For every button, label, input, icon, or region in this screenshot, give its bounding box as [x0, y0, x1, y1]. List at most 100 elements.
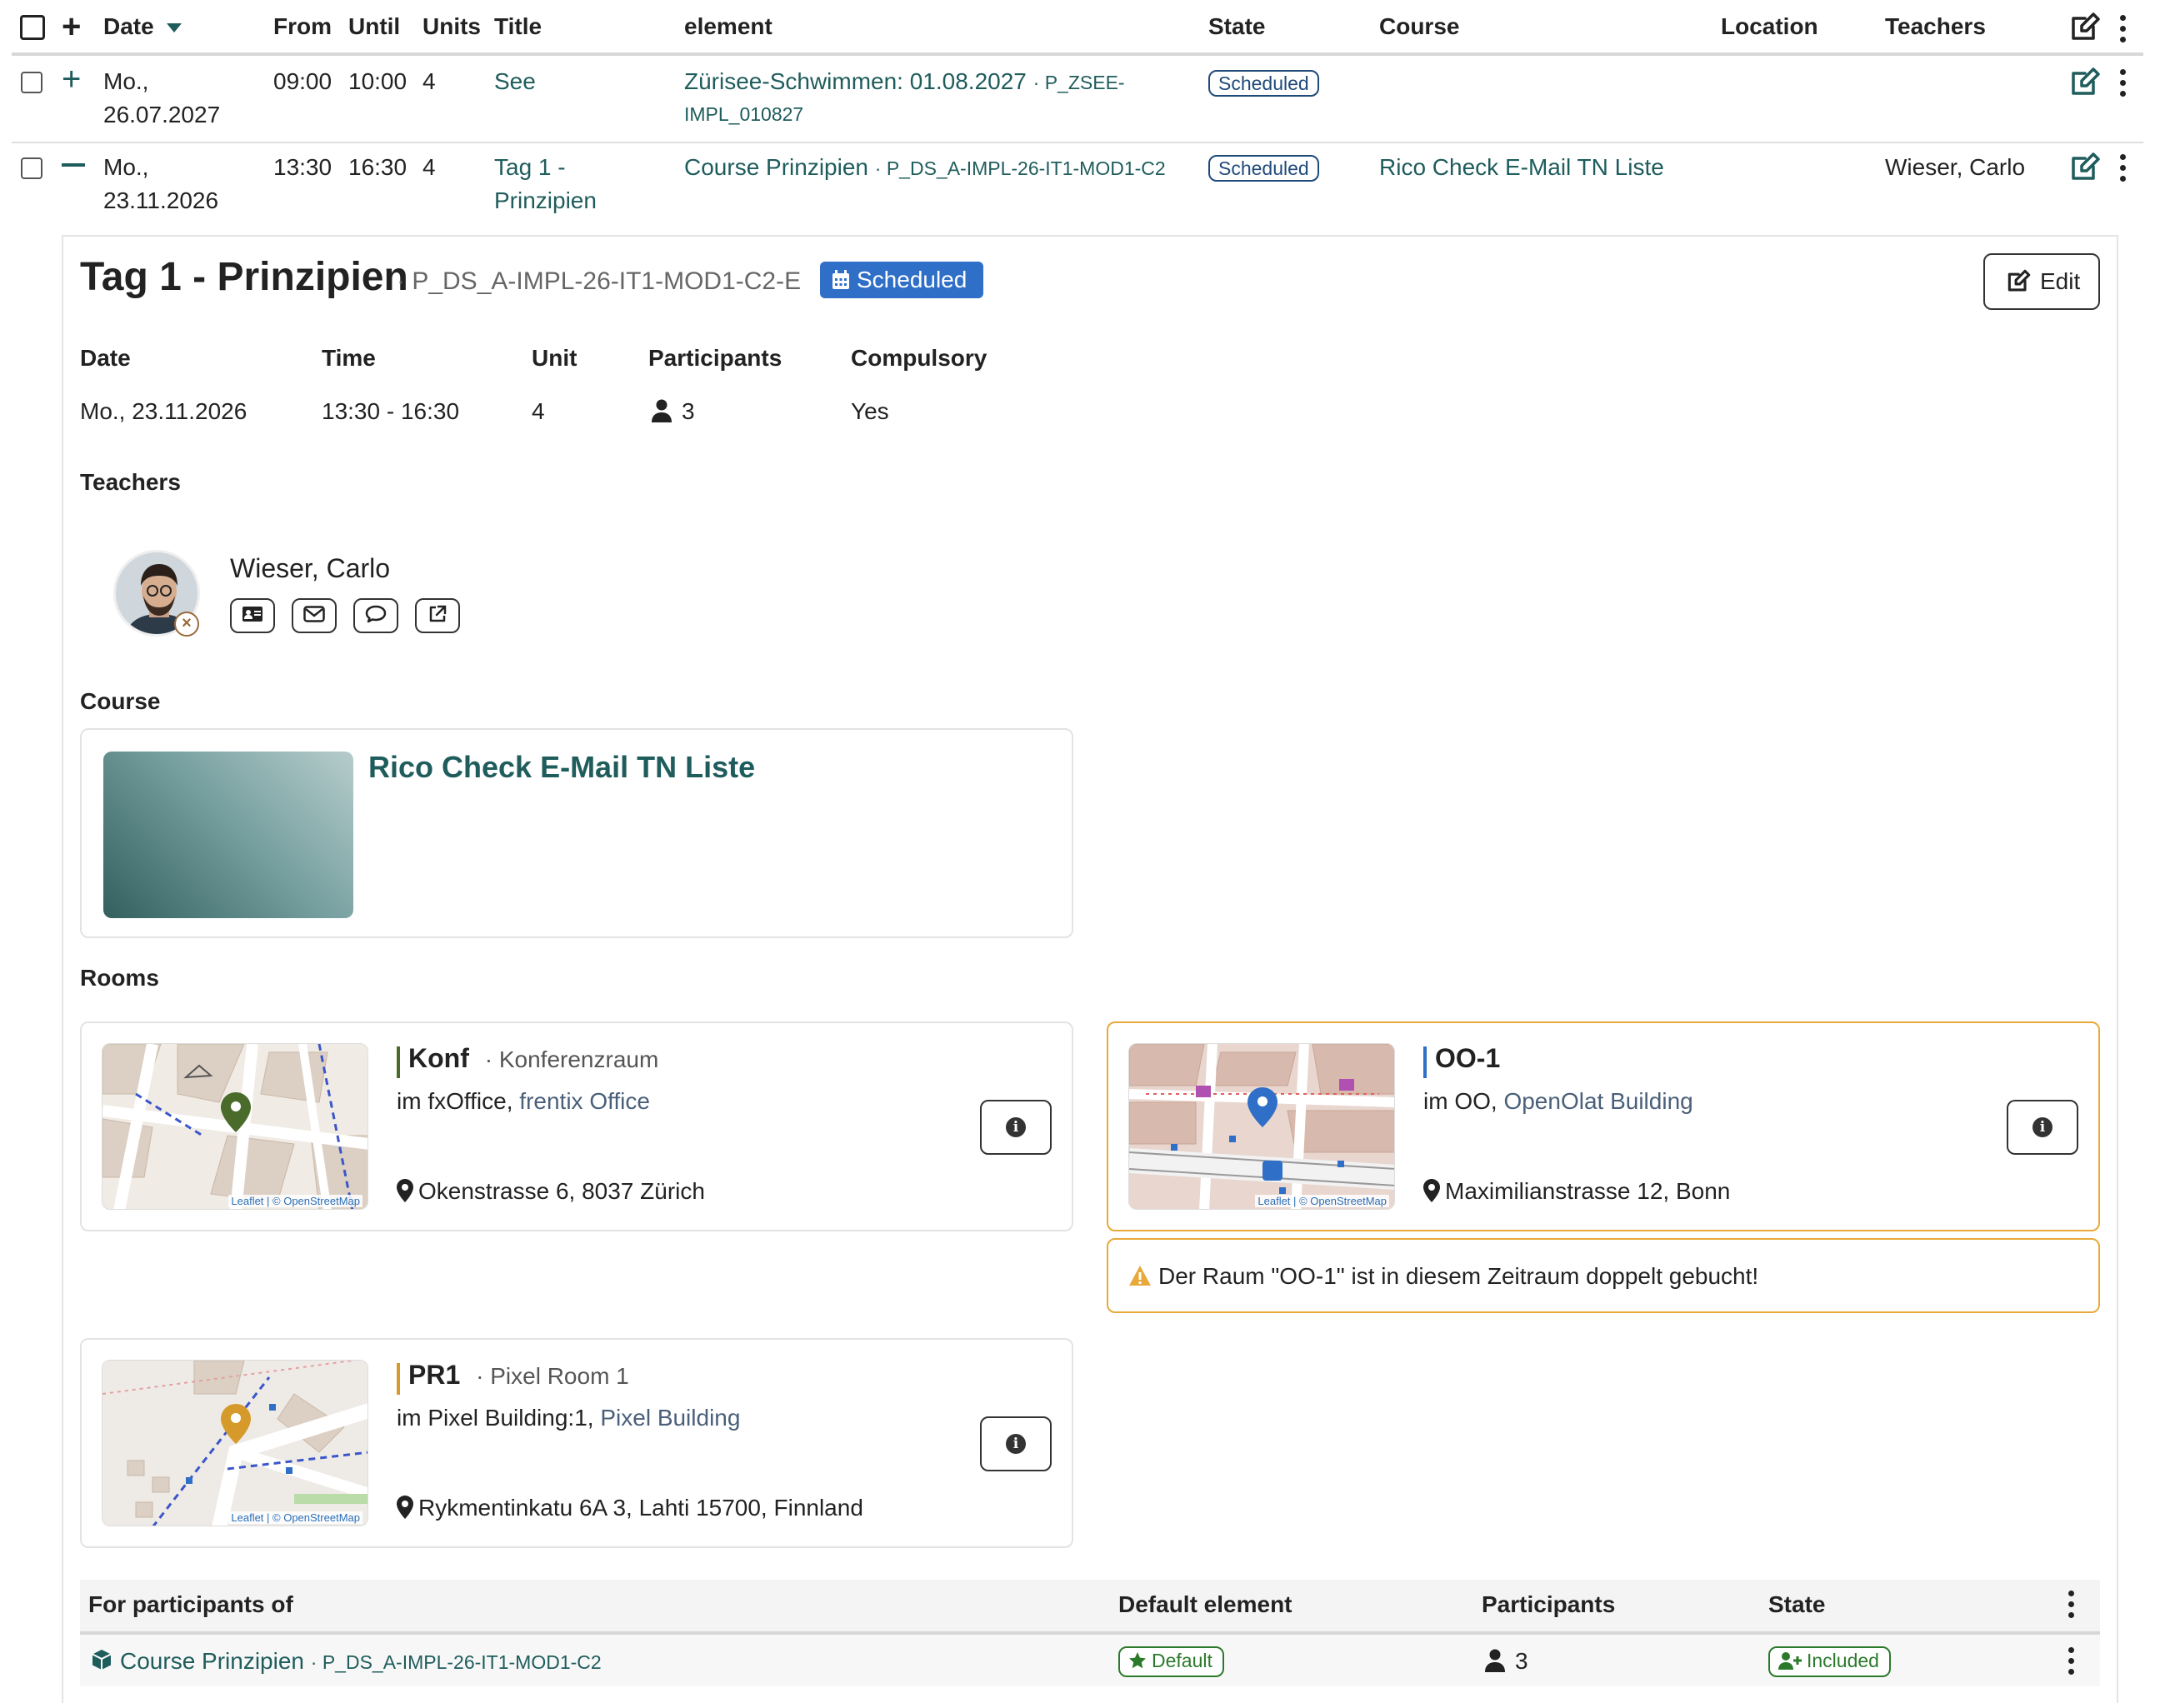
detail-status-label: Scheduled: [857, 267, 968, 292]
chat-button[interactable]: [353, 598, 398, 633]
room-info-button[interactable]: i: [2007, 1100, 2078, 1155]
cube-icon: [90, 1648, 113, 1677]
room-name: Konf: [408, 1043, 469, 1073]
room-title: OO-1: [1425, 1043, 1500, 1074]
room-building-link[interactable]: Pixel Building: [600, 1405, 740, 1431]
column-header-default-element[interactable]: Default element: [1118, 1591, 1292, 1618]
row-teachers: Wieser, Carlo: [1885, 154, 2026, 180]
column-header-date[interactable]: Date: [103, 13, 182, 40]
row-from: 13:30: [273, 154, 332, 180]
participants-count: 3: [682, 398, 695, 424]
participants-element-code: · P_DS_A-IMPL-26-IT1-MOD1-C2: [310, 1651, 602, 1673]
column-header-participants[interactable]: Participants: [1482, 1591, 1615, 1618]
fact-value-participants: 3: [652, 398, 695, 428]
room-title: Konf · Konferenzraum: [398, 1043, 658, 1074]
participants-count-cell: 3: [1485, 1648, 1528, 1678]
row-title-link[interactable]: Tag 1 - Prinzipien: [494, 151, 597, 217]
room-address: Okenstrasse 6, 8037 Zürich: [397, 1178, 705, 1208]
sort-desc-icon: [167, 23, 182, 33]
location-pin-icon: [397, 1179, 413, 1208]
room-building-link[interactable]: OpenOlat Building: [1503, 1088, 1692, 1114]
open-profile-button[interactable]: [415, 598, 460, 633]
participants-table-options-kebab-icon[interactable]: [2066, 1591, 2076, 1623]
fact-value-unit: 4: [532, 398, 545, 424]
column-header-course[interactable]: Course: [1379, 13, 1459, 40]
expand-all-icon[interactable]: +: [62, 10, 81, 43]
select-all-checkbox[interactable]: [20, 15, 45, 40]
offline-status-icon: ×: [174, 612, 199, 637]
detail-title: Tag 1 - Prinzipien: [80, 255, 408, 299]
column-header-units[interactable]: Units: [422, 13, 481, 40]
calendar-icon: [832, 264, 850, 301]
row-date-day: Mo.,: [103, 154, 149, 180]
email-button[interactable]: [292, 598, 337, 633]
room-map[interactable]: Leaflet | © OpenStreetMap: [102, 1360, 368, 1526]
row-date-value: 23.11.2026: [103, 187, 219, 213]
room-info-button[interactable]: i: [980, 1416, 1052, 1471]
user-plus-icon: [1778, 1651, 1802, 1676]
row-date: Mo., 26.07.2027: [103, 65, 220, 132]
column-header-state[interactable]: State: [1768, 1591, 1825, 1618]
row-title-link[interactable]: See: [494, 65, 536, 98]
envelope-icon: [303, 605, 325, 627]
map-attribution[interactable]: Leaflet | © OpenStreetMap: [228, 1511, 362, 1524]
warning-message: Der Raum "OO-1" ist in diesem Zeitraum d…: [1128, 1263, 1758, 1292]
location-pin-icon: [1423, 1179, 1440, 1208]
room-info-button[interactable]: i: [980, 1100, 1052, 1155]
expand-row-icon[interactable]: +: [62, 62, 81, 96]
room-title: PR1 · Pixel Room 1: [398, 1360, 629, 1391]
map-attribution[interactable]: Leaflet | © OpenStreetMap: [228, 1195, 362, 1207]
row-units: 4: [422, 154, 436, 180]
fact-label-unit: Unit: [532, 345, 578, 371]
edit-row-icon[interactable]: [2070, 67, 2102, 101]
row-checkbox[interactable]: [21, 72, 42, 93]
detail-status-badge: Scheduled: [820, 262, 983, 298]
fact-value-time: 13:30 - 16:30: [322, 398, 460, 424]
participants-row-options-kebab-icon[interactable]: [2066, 1647, 2076, 1680]
row-element-link[interactable]: Course Prinzipien · P_DS_A-IMPL-26-IT1-M…: [684, 151, 1166, 185]
edit-row-icon[interactable]: [2070, 152, 2102, 186]
participants-element-link[interactable]: Course Prinzipien · P_DS_A-IMPL-26-IT1-M…: [90, 1648, 602, 1677]
course-title-link[interactable]: Rico Check E-Mail TN Liste: [368, 750, 755, 785]
fact-label-compulsory: Compulsory: [851, 345, 988, 371]
column-header-for-participants[interactable]: For participants of: [88, 1591, 293, 1618]
room-map[interactable]: Leaflet | © OpenStreetMap: [1128, 1043, 1395, 1210]
room-building: im fxOffice, frentix Office: [397, 1088, 650, 1115]
map-marker-icon: [1248, 1087, 1278, 1131]
row-checkbox[interactable]: [21, 157, 42, 179]
edit-button-label: Edit: [2040, 268, 2081, 294]
participants-element-title: Course Prinzipien: [120, 1648, 304, 1674]
rooms-heading: Rooms: [80, 965, 159, 991]
room-map[interactable]: Leaflet | © OpenStreetMap: [102, 1043, 368, 1210]
table-options-kebab-icon[interactable]: [2118, 15, 2128, 47]
row-options-kebab-icon[interactable]: [2118, 154, 2128, 187]
column-header-from[interactable]: From: [273, 13, 332, 40]
fact-value-compulsory: Yes: [851, 398, 889, 424]
fact-label-date: Date: [80, 345, 131, 371]
column-header-teachers[interactable]: Teachers: [1885, 13, 1986, 40]
column-header-location[interactable]: Location: [1721, 13, 1818, 40]
column-header-element[interactable]: element: [684, 13, 772, 40]
row-course-link[interactable]: Rico Check E-Mail TN Liste: [1379, 151, 1664, 184]
row-element-link[interactable]: Zürisee-Schwimmen: 01.08.2027 · P_ZSEE- …: [684, 65, 1125, 129]
room-building-link[interactable]: frentix Office: [519, 1088, 650, 1114]
column-header-until[interactable]: Until: [348, 13, 400, 40]
contact-card-button[interactable]: [230, 598, 275, 633]
collapse-row-icon[interactable]: [62, 163, 85, 167]
course-heading: Course: [80, 688, 161, 714]
course-card[interactable]: Rico Check E-Mail TN Liste: [80, 728, 1073, 938]
row-element-title: Zürisee-Schwimmen: 01.08.2027: [684, 68, 1027, 94]
room-type: · Pixel Room 1: [476, 1363, 629, 1389]
map-attribution[interactable]: Leaflet | © OpenStreetMap: [1255, 1195, 1389, 1207]
star-icon: [1128, 1651, 1147, 1676]
default-badge-label: Default: [1152, 1650, 1212, 1671]
room-address: Maximilianstrasse 12, Bonn: [1423, 1178, 1730, 1208]
detail-code: · P_DS_A-IMPL-26-IT1-MOD1-C2-E: [397, 267, 802, 295]
bulk-edit-icon[interactable]: [2070, 12, 2102, 46]
edit-button[interactable]: Edit: [1983, 253, 2100, 310]
column-header-title[interactable]: Title: [494, 13, 542, 40]
row-element-code-cont: IMPL_010827: [684, 103, 804, 125]
row-element-title: Course Prinzipien: [684, 154, 868, 180]
row-options-kebab-icon[interactable]: [2118, 69, 2128, 102]
column-header-state[interactable]: State: [1208, 13, 1265, 40]
